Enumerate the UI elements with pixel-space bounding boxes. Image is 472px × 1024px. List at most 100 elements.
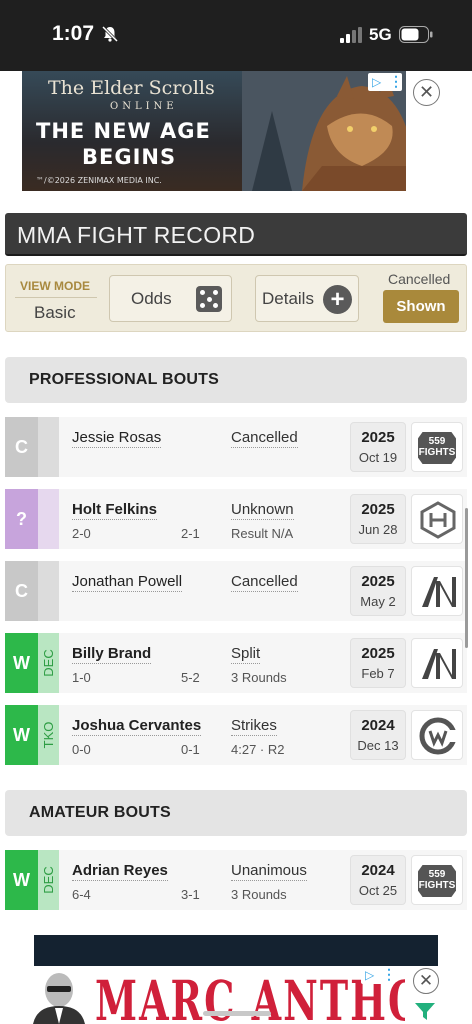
result-detail: 4:27 · R2 <box>231 742 285 757</box>
section-title: PROFESSIONAL BOUTS <box>29 371 219 388</box>
home-indicator[interactable] <box>203 1011 271 1016</box>
result-text[interactable]: Cancelled <box>231 573 298 592</box>
method-text: DEC <box>41 866 56 894</box>
promotion-logo[interactable] <box>411 566 463 616</box>
bout-row[interactable]: W DEC Billy Brand 1-0 5-2 Split 3 Rounds… <box>5 633 467 693</box>
cw-logo-icon <box>419 717 458 755</box>
opponent-name[interactable]: Joshua Cervantes <box>72 717 202 736</box>
opponent-record-before: 0-0 <box>72 742 91 757</box>
date-year: 2025 <box>361 501 395 518</box>
date-box: 2025 Jun 28 <box>350 494 406 544</box>
result-detail: 3 Rounds <box>231 670 287 685</box>
result-text[interactable]: Strikes <box>231 717 277 736</box>
opponent-name[interactable]: Jonathan Powell <box>72 573 183 592</box>
scrollbar-thumb[interactable] <box>465 508 468 648</box>
opponent-record-current: 2-1 <box>181 526 200 541</box>
opponent-name[interactable]: Adrian Reyes <box>72 862 168 881</box>
method-text: DEC <box>41 649 56 677</box>
bout-row[interactable]: C Jessie Rosas Cancelled 2025 Oct 19 559… <box>5 417 467 477</box>
result-text[interactable]: Unknown <box>231 501 294 520</box>
opponent-name[interactable]: Holt Felkins <box>72 501 158 520</box>
result-badge: C <box>5 417 38 477</box>
opponent-record-before: 2-0 <box>72 526 91 541</box>
date-day: Oct 25 <box>358 883 398 898</box>
method-text: TKO <box>41 721 56 749</box>
bell-muted-icon <box>101 25 119 43</box>
bout-row[interactable]: C Jonathan Powell Cancelled 2025 May 2 <box>5 561 467 621</box>
result-detail: 3 Rounds <box>231 887 287 902</box>
result-detail: Result N/A <box>231 526 294 541</box>
bout-row[interactable]: W DEC Adrian Reyes 6-4 3-1 Unanimous 3 R… <box>5 850 467 910</box>
result-badge: C <box>5 561 38 621</box>
details-toggle-button[interactable]: Details + <box>255 275 359 322</box>
signal-icon <box>340 27 362 43</box>
result-text[interactable]: Unanimous <box>231 862 307 881</box>
result-badge: ? <box>5 489 38 549</box>
section-title: AMATEUR BOUTS <box>29 804 171 821</box>
close-ad-button[interactable]: ✕ <box>413 79 440 106</box>
date-box: 2025 Feb 7 <box>350 638 406 688</box>
bout-row[interactable]: W TKO Joshua Cervantes 0-0 0-1 Strikes 4… <box>5 705 467 765</box>
ad-more-icon: ⋮ <box>382 966 396 982</box>
date-year: 2025 <box>361 573 395 590</box>
date-day: May 2 <box>360 594 396 609</box>
date-year: 2025 <box>361 429 395 446</box>
ad-brand-title: The Elder Scrolls <box>48 77 215 99</box>
promotion-logo[interactable]: 559 FIGHTS <box>411 855 463 905</box>
method-badge <box>38 561 59 621</box>
opponent-record-current: 0-1 <box>181 742 200 757</box>
ad-choices-icon: ▷ <box>372 75 382 89</box>
ad-choices-badge[interactable]: ▷ ⋮ <box>361 966 396 984</box>
ad-portrait <box>33 973 85 1024</box>
odds-toggle-button[interactable]: Odds <box>109 275 232 322</box>
divider <box>15 297 97 298</box>
date-year: 2024 <box>361 717 395 734</box>
date-day: Dec 13 <box>357 738 399 753</box>
details-label: Details <box>262 289 314 308</box>
amateur-bouts-header: AMATEUR BOUTS <box>5 790 467 836</box>
top-ad[interactable]: The Elder Scrolls ONLINE THE NEW AGE BEG… <box>0 71 472 191</box>
result-badge: W <box>5 705 38 765</box>
odds-label: Odds <box>131 289 172 308</box>
ad-choices-badge[interactable]: ▷ ⋮ <box>368 73 403 91</box>
funnel-icon[interactable] <box>414 1002 436 1022</box>
date-day: Oct 19 <box>358 450 398 465</box>
cancelled-shown-toggle[interactable]: Shown <box>383 290 459 323</box>
cancelled-label: Cancelled <box>388 271 451 287</box>
professional-bouts-header: PROFESSIONAL BOUTS <box>5 357 467 403</box>
result-text[interactable]: Split <box>231 645 261 664</box>
promotion-logo[interactable] <box>411 710 463 760</box>
view-mode-selector[interactable]: Basic <box>34 303 76 323</box>
page-title-bar: MMA FIGHT RECORD <box>5 213 467 256</box>
date-box: 2025 Oct 19 <box>350 422 406 472</box>
network-type: 5G <box>369 25 392 44</box>
method-badge <box>38 489 59 549</box>
opponent-name[interactable]: Billy Brand <box>72 645 152 664</box>
date-box: 2025 May 2 <box>350 566 406 616</box>
view-mode-label: VIEW MODE <box>20 279 91 293</box>
close-ad-button[interactable]: ✕ <box>413 968 439 994</box>
ad-more-icon: ⋮ <box>389 73 403 89</box>
method-badge: DEC <box>38 850 59 910</box>
elder-scrolls-ad-banner[interactable]: The Elder Scrolls ONLINE THE NEW AGE BEG… <box>22 71 406 191</box>
date-year: 2024 <box>361 862 395 879</box>
date-year: 2025 <box>361 645 395 662</box>
opponent-record-current: 3-1 <box>181 887 200 902</box>
an-logo-icon <box>422 577 456 607</box>
result-badge: W <box>5 850 38 910</box>
promotion-logo[interactable] <box>411 494 463 544</box>
bout-row[interactable]: ? Holt Felkins 2-0 2-1 Unknown Result N/… <box>5 489 467 549</box>
date-day: Feb 7 <box>361 666 395 681</box>
battery-icon <box>399 26 433 43</box>
result-text[interactable]: Cancelled <box>231 429 298 448</box>
promotion-559-fights-logo: 559 FIGHTS <box>418 865 456 897</box>
promotion-logo[interactable] <box>411 638 463 688</box>
status-bar: 1:07 5G <box>0 0 472 71</box>
date-box: 2024 Dec 13 <box>350 710 406 760</box>
record-controls: VIEW MODE Basic Odds Details + Cancelled… <box>5 264 467 332</box>
promotion-logo[interactable]: 559 FIGHTS <box>411 422 463 472</box>
opponent-name[interactable]: Jessie Rosas <box>72 429 162 448</box>
content-block <box>34 935 438 970</box>
date-day: Jun 28 <box>358 522 398 537</box>
opponent-record-before: 1-0 <box>72 670 91 685</box>
